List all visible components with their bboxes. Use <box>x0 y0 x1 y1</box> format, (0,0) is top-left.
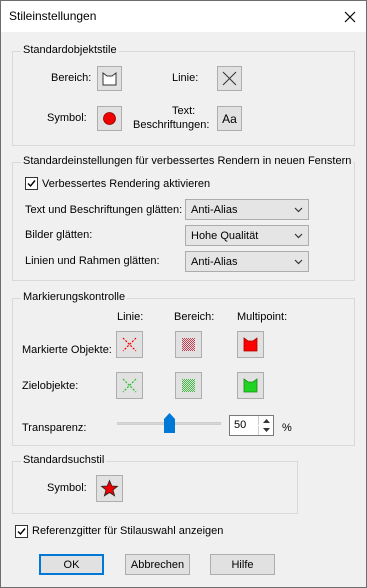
transparency-value[interactable]: 50 <box>234 419 246 431</box>
selected-multipoint-icon <box>243 337 258 352</box>
help-button[interactable]: Hilfe <box>210 554 275 575</box>
search-symbol-label: Symbol: <box>47 482 87 494</box>
chevron-down-icon <box>294 233 303 239</box>
symbol-style-button[interactable] <box>97 106 122 131</box>
line-style-label: Linie: <box>172 72 199 84</box>
ok-button[interactable]: OK <box>39 554 104 575</box>
group-label-standard-styles: Standardobjektstile <box>21 44 119 56</box>
selected-area-icon <box>182 338 195 351</box>
text-smoothing-label: Text und Beschriftungen glätten: <box>25 204 183 216</box>
selected-area-style-button[interactable] <box>175 331 202 358</box>
target-objects-label: Zielobjekte: <box>22 380 79 392</box>
dialog-title: Stileinstellungen <box>9 9 97 23</box>
transparency-unit: % <box>282 422 292 434</box>
cancel-button[interactable]: Abbrechen <box>125 554 190 575</box>
cross-line-icon <box>222 71 237 86</box>
image-smoothing-label: Bilder glätten: <box>25 229 93 241</box>
transparency-slider[interactable] <box>117 413 221 435</box>
text-smoothing-value: Anti-Alias <box>191 203 238 216</box>
enhanced-rendering-checkbox[interactable] <box>25 177 38 190</box>
area-style-label: Bereich: <box>51 72 92 84</box>
target-area-icon <box>182 379 195 392</box>
line-smoothing-label: Linien und Rahmen glätten: <box>25 255 160 267</box>
area-style-button[interactable] <box>97 66 122 91</box>
selected-line-style-button[interactable] <box>116 331 143 358</box>
text-style-icon: Aa <box>222 111 237 126</box>
chevron-down-icon <box>294 259 303 265</box>
chevron-down-icon <box>262 428 270 432</box>
text-smoothing-select[interactable]: Anti-Alias <box>185 199 309 220</box>
text-style-label-line1: Text: <box>172 105 196 117</box>
image-smoothing-select[interactable]: Hohe Qualität <box>185 225 309 246</box>
ok-button-label: OK <box>63 558 80 571</box>
slider-thumb[interactable] <box>163 413 175 433</box>
column-area-label: Bereich: <box>174 311 215 323</box>
close-button[interactable] <box>334 1 366 32</box>
reference-grid-label: Referenzgitter für Stilauswahl anzeigen <box>32 525 224 537</box>
enhanced-rendering-label: Verbessertes Rendering aktivieren <box>42 178 211 190</box>
line-smoothing-select[interactable]: Anti-Alias <box>185 251 309 272</box>
group-label-search-style: Standardsuchstil <box>21 454 107 466</box>
cancel-button-label: Abbrechen <box>130 558 185 571</box>
group-standard-styles <box>12 51 355 146</box>
dialog-window: Stileinstellungen Standardobjektstile Be… <box>0 0 367 588</box>
line-smoothing-value: Anti-Alias <box>191 255 238 268</box>
target-multipoint-icon <box>243 378 258 393</box>
column-line-label: Linie: <box>117 311 144 323</box>
search-symbol-button[interactable] <box>96 475 123 502</box>
transparency-label: Transparenz: <box>22 422 87 434</box>
selected-multipoint-style-button[interactable] <box>237 331 264 358</box>
red-star-icon <box>100 479 119 497</box>
symbol-style-label: Symbol: <box>47 112 87 124</box>
close-icon <box>344 11 356 22</box>
text-style-button[interactable]: Aa <box>217 106 242 131</box>
transparency-spinbox[interactable]: 50 <box>229 415 274 436</box>
checkmark-icon <box>27 180 36 188</box>
spin-up-button[interactable] <box>258 416 273 425</box>
reference-grid-checkbox[interactable] <box>15 525 28 538</box>
chevron-down-icon <box>294 207 303 213</box>
image-smoothing-value: Hohe Qualität <box>191 229 259 242</box>
target-area-style-button[interactable] <box>175 372 202 399</box>
group-label-rendering: Standardeinstellungen für verbessertes R… <box>21 155 354 167</box>
line-style-button[interactable] <box>217 66 242 91</box>
help-button-label: Hilfe <box>231 558 254 571</box>
chevron-up-icon <box>262 419 270 423</box>
column-multipoint-label: Multipoint: <box>237 311 288 323</box>
title-bar: Stileinstellungen <box>1 1 366 32</box>
selected-objects-label: Markierte Objekte: <box>22 344 112 356</box>
text-style-label-line2: Beschriftungen: <box>133 119 210 131</box>
checkmark-icon <box>17 528 26 536</box>
target-multipoint-style-button[interactable] <box>237 372 264 399</box>
target-line-style-button[interactable] <box>116 372 143 399</box>
selected-line-icon <box>122 337 137 352</box>
red-circle-icon <box>103 112 116 125</box>
area-polygon-icon <box>102 72 117 86</box>
group-label-highlight: Markierungskontrolle <box>21 291 128 303</box>
spin-down-button[interactable] <box>258 426 273 435</box>
target-line-icon <box>122 378 137 393</box>
